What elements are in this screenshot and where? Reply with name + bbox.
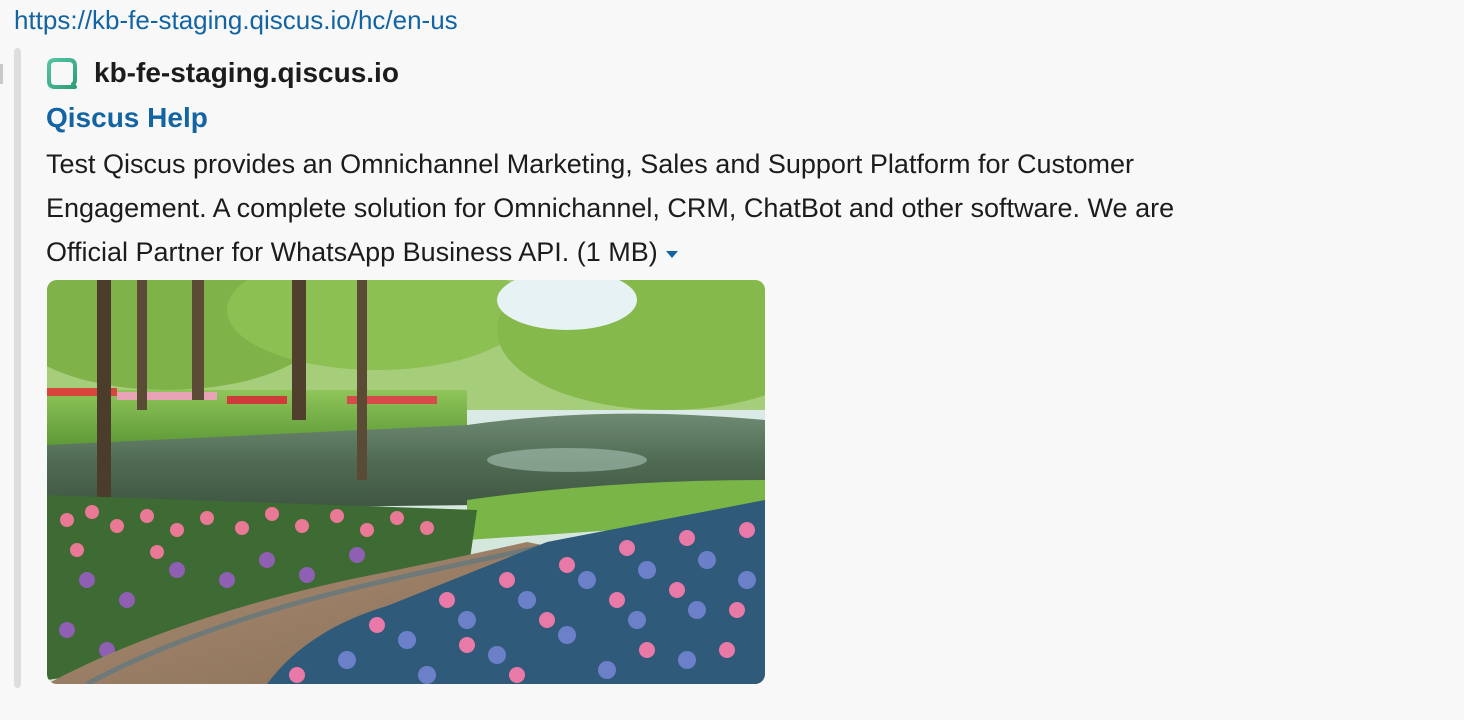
- caret-down-icon: [665, 250, 678, 258]
- attachment-site-name: kb-fe-staging.qiscus.io: [94, 57, 399, 88]
- attachment-title-link[interactable]: Qiscus Help: [46, 100, 208, 136]
- qiscus-chat-bubble-icon: [46, 57, 78, 89]
- attachment-description: Test Qiscus provides an Omnichannel Mark…: [46, 142, 1206, 274]
- message-body: https://kb-fe-staging.qiscus.io/hc/en-us…: [0, 0, 1464, 720]
- message-link[interactable]: https://kb-fe-staging.qiscus.io/hc/en-us: [14, 2, 458, 38]
- attachment-left-border: [14, 48, 21, 688]
- attachment-size-label: (1 MB): [576, 237, 658, 267]
- attachment-preview-image[interactable]: [47, 280, 765, 684]
- link-unfurl-attachment: kb-fe-staging.qiscus.io Qiscus Help Test…: [14, 48, 1214, 688]
- message-gutter-marker: [0, 64, 3, 84]
- collapse-toggle-button[interactable]: [664, 246, 680, 262]
- attachment-site-row: kb-fe-staging.qiscus.io: [46, 56, 399, 90]
